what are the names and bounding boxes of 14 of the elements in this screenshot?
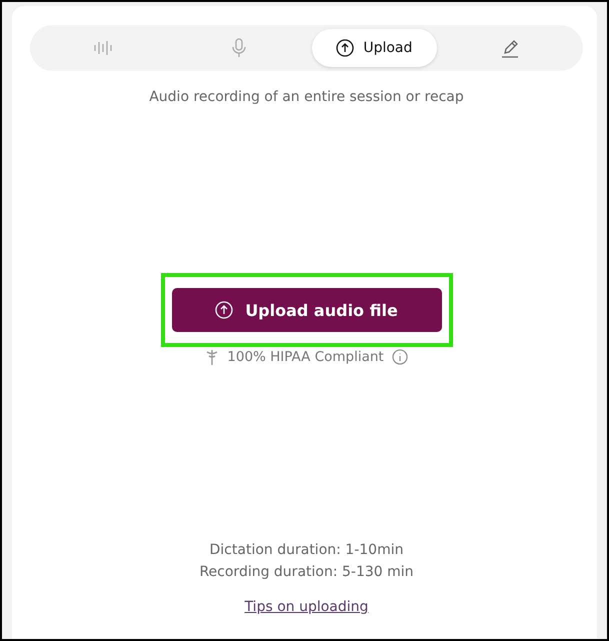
duration-text: Recording duration: 5-130 min [199, 563, 414, 582]
duration-text: Dictation duration: 1-10min [210, 541, 404, 560]
info-icon[interactable] [392, 349, 408, 365]
microphone-icon [230, 38, 247, 58]
hipaa-label: 100% HIPAA Compliant [227, 349, 384, 365]
upload-icon [215, 301, 234, 319]
subtitle: Audio recording of an entire session or recap [149, 89, 464, 105]
tab[interactable]: Upload [312, 29, 438, 67]
waveform-icon [92, 39, 113, 57]
upload-icon [336, 39, 354, 57]
upload-audio-button[interactable]: Upload audio file [172, 288, 442, 332]
caduceus-icon [205, 349, 220, 365]
tips-link[interactable]: Tips on uploading [244, 599, 368, 615]
pencil-icon [500, 38, 520, 58]
